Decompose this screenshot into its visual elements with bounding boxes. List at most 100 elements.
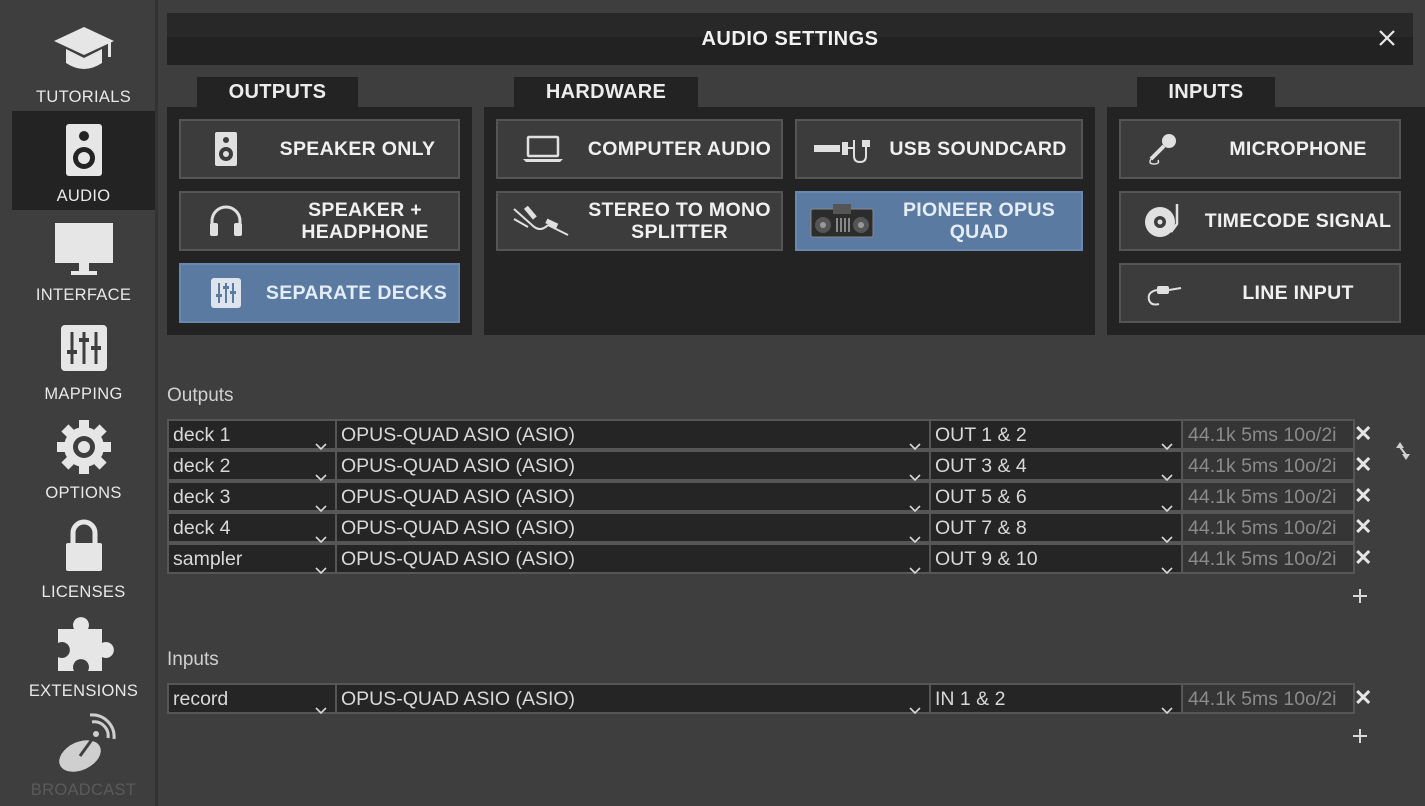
sidebar-item-licenses[interactable]: LICENSES: [12, 507, 155, 606]
remove-row-button[interactable]: ✕: [1354, 514, 1372, 540]
speaker-icon: [12, 119, 155, 181]
remove-row-button[interactable]: ✕: [1354, 421, 1372, 447]
stereo-to-mono-splitter-button[interactable]: STEREO TO MONO SPLITTER: [496, 191, 783, 251]
computer-audio-label: COMPUTER AUDIO: [587, 138, 772, 160]
channel-select[interactable]: deck 3: [167, 481, 337, 513]
chevron-down-icon: [909, 555, 921, 583]
sidebar-item-label: EXTENSIONS: [28, 682, 139, 700]
microphone-icon: [1135, 121, 1191, 177]
microphone-label: MICROPHONE: [1229, 138, 1367, 160]
close-icon[interactable]: [1375, 25, 1399, 51]
tab-outputs[interactable]: OUTPUTS: [197, 77, 358, 109]
sidebar-item-label: INTERFACE: [35, 286, 132, 304]
channel-select[interactable]: record: [167, 683, 337, 715]
dialog-title-bar: AUDIO SETTINGS: [167, 13, 1413, 65]
mixer-icon: [199, 265, 253, 321]
sidebar-item-audio[interactable]: AUDIO: [12, 111, 155, 210]
device-value: OPUS-QUAD ASIO (ASIO): [341, 688, 576, 710]
sidebar-item-interface[interactable]: INTERFACE: [12, 210, 155, 309]
channel-select[interactable]: sampler: [167, 543, 337, 575]
splitter-cable-icon: [508, 193, 574, 249]
graduation-cap-icon: [12, 20, 155, 82]
chevron-down-icon: [909, 695, 921, 723]
sidebar-item-label: LICENSES: [41, 583, 126, 601]
add-input-button[interactable]: [1352, 728, 1368, 744]
port-select[interactable]: OUT 9 & 10: [929, 543, 1183, 575]
computer-audio-button[interactable]: COMPUTER AUDIO: [496, 119, 783, 179]
speaker-only-button[interactable]: SPEAKER ONLY: [179, 119, 460, 179]
sidebar-item-label: MAPPING: [44, 385, 123, 403]
port-select[interactable]: OUT 1 & 2: [929, 419, 1183, 451]
lock-icon: [12, 515, 155, 577]
port-select[interactable]: OUT 7 & 8: [929, 512, 1183, 544]
port-select[interactable]: IN 1 & 2: [929, 683, 1183, 715]
usb-soundcard-icon: [811, 121, 873, 177]
usb-soundcard-button[interactable]: USB SOUNDCARD: [795, 119, 1083, 179]
sidebar-divider: [155, 0, 158, 806]
sidebar-item-label: OPTIONS: [45, 484, 122, 502]
port-select[interactable]: OUT 5 & 6: [929, 481, 1183, 513]
channel-value: deck 2: [173, 455, 231, 477]
gear-icon: [12, 416, 155, 478]
stereo-to-mono-splitter-label: STEREO TO MONO SPLITTER: [588, 199, 771, 243]
line-input-button[interactable]: LINE INPUT: [1119, 263, 1401, 323]
speaker-icon: [199, 121, 253, 177]
device-value: OPUS-QUAD ASIO (ASIO): [341, 548, 576, 570]
channel-value: deck 3: [173, 486, 231, 508]
line-input-label: LINE INPUT: [1242, 282, 1354, 304]
speaker-headphone-button[interactable]: SPEAKER + HEADPHONE: [179, 191, 460, 251]
turntable-icon: [1135, 193, 1191, 249]
sidebar-item-label: AUDIO: [56, 187, 111, 205]
controller-icon: [807, 193, 877, 249]
port-value: OUT 3 & 4: [935, 455, 1027, 477]
timecode-signal-label: TIMECODE SIGNAL: [1204, 210, 1392, 232]
device-select[interactable]: OPUS-QUAD ASIO (ASIO): [335, 543, 931, 575]
channel-value: sampler: [173, 548, 243, 570]
port-select[interactable]: OUT 3 & 4: [929, 450, 1183, 482]
device-value: OPUS-QUAD ASIO (ASIO): [341, 517, 576, 539]
timecode-signal-button[interactable]: TIMECODE SIGNAL: [1119, 191, 1401, 251]
tab-hardware[interactable]: HARDWARE: [514, 77, 698, 109]
sidebar-item-tutorials[interactable]: TUTORIALS: [12, 12, 155, 111]
device-info: 44.1k 5ms 10o/2i: [1181, 543, 1355, 574]
chevron-down-icon: [315, 555, 327, 583]
outputs-section-label: Outputs: [167, 385, 234, 406]
separate-decks-button[interactable]: SEPARATE DECKS: [179, 263, 460, 323]
usb-soundcard-label: USB SOUNDCARD: [889, 138, 1067, 160]
remove-row-button[interactable]: ✕: [1354, 452, 1372, 478]
inputs-section-label: Inputs: [167, 649, 219, 670]
port-value: OUT 1 & 2: [935, 424, 1027, 446]
channel-select[interactable]: deck 1: [167, 419, 337, 451]
device-info: 44.1k 5ms 10o/2i: [1181, 419, 1355, 450]
add-output-button[interactable]: [1352, 588, 1368, 604]
jack-cable-icon: [1135, 265, 1191, 321]
chevron-down-icon: [315, 695, 327, 723]
pioneer-opus-quad-button[interactable]: PIONEER OPUS QUAD: [795, 191, 1083, 251]
device-info: 44.1k 5ms 10o/2i: [1181, 450, 1355, 481]
port-value: OUT 9 & 10: [935, 548, 1038, 570]
device-select[interactable]: OPUS-QUAD ASIO (ASIO): [335, 450, 931, 482]
sidebar-item-mapping[interactable]: MAPPING: [12, 309, 155, 408]
remove-row-button[interactable]: ✕: [1354, 685, 1372, 711]
tab-inputs[interactable]: INPUTS: [1137, 77, 1275, 109]
sidebar-item-options[interactable]: OPTIONS: [12, 408, 155, 507]
remove-row-button[interactable]: ✕: [1354, 545, 1372, 571]
channel-value: deck 4: [173, 517, 231, 539]
speaker-headphone-label: SPEAKER + HEADPHONE: [301, 199, 429, 243]
dialog-title: AUDIO SETTINGS: [701, 28, 879, 50]
sidebar-item-broadcast[interactable]: BROADCAST: [12, 705, 155, 804]
device-select[interactable]: OPUS-QUAD ASIO (ASIO): [335, 481, 931, 513]
mixer-sliders-icon: [12, 317, 155, 379]
remove-row-button[interactable]: ✕: [1354, 483, 1372, 509]
channel-select[interactable]: deck 2: [167, 450, 337, 482]
device-select[interactable]: OPUS-QUAD ASIO (ASIO): [335, 419, 931, 451]
reorder-arrows-icon[interactable]: [1394, 440, 1412, 462]
port-value: OUT 7 & 8: [935, 517, 1027, 539]
device-select[interactable]: OPUS-QUAD ASIO (ASIO): [335, 683, 931, 715]
chevron-down-icon: [1161, 695, 1173, 723]
device-select[interactable]: OPUS-QUAD ASIO (ASIO): [335, 512, 931, 544]
microphone-button[interactable]: MICROPHONE: [1119, 119, 1401, 179]
monitor-icon: [12, 218, 155, 280]
channel-select[interactable]: deck 4: [167, 512, 337, 544]
sidebar-item-extensions[interactable]: EXTENSIONS: [12, 606, 155, 705]
